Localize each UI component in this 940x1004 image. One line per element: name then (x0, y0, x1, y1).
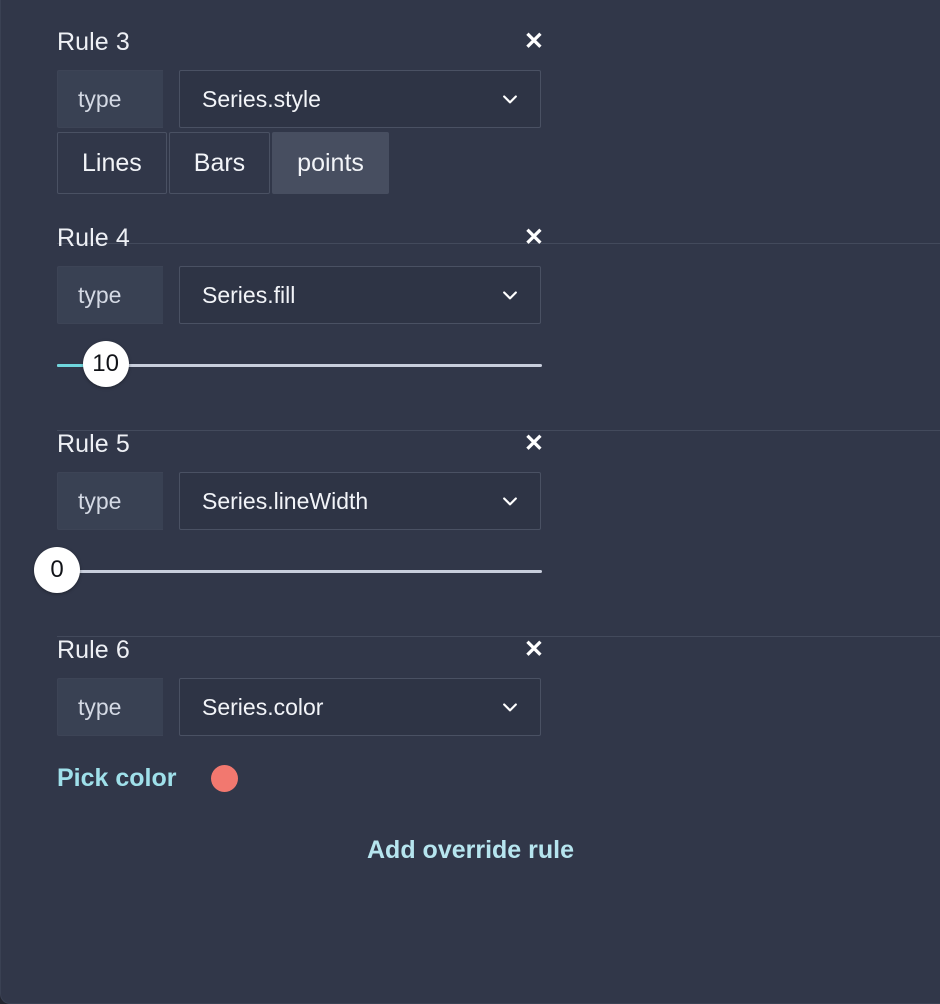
series-linewidth-slider[interactable]: 0 (1, 534, 940, 606)
rule-type-select[interactable]: Series.style (179, 70, 541, 128)
remove-rule-button[interactable]: ✕ (518, 634, 550, 666)
slider-value: 0 (50, 556, 64, 583)
slider-value: 10 (92, 350, 119, 377)
type-field-label: type (57, 678, 163, 736)
slider-handle[interactable]: 0 (34, 547, 80, 593)
type-field-label: type (57, 266, 163, 324)
series-style-segmented-control: Lines Bars points (57, 132, 940, 194)
rule-type-select-value: Series.lineWidth (202, 487, 369, 514)
add-override-rule-button[interactable]: Add override rule (357, 830, 584, 871)
slider-track[interactable] (57, 364, 542, 367)
override-rule-3: Rule 3 ✕ type Series.style Lines Bars po… (1, 0, 940, 244)
panel-footer: Add override rule (1, 816, 940, 871)
rule-type-select[interactable]: Series.fill (179, 266, 541, 324)
rule-header: Rule 3 ✕ (57, 14, 940, 70)
style-option-bars[interactable]: Bars (168, 132, 271, 194)
rule-type-select-value: Series.style (202, 85, 321, 112)
override-rule-6: Rule 6 ✕ type Series.color Pick color (1, 606, 940, 816)
rule-header: Rule 4 ✕ (57, 210, 940, 266)
series-fill-slider[interactable]: 10 (1, 328, 940, 400)
type-row: type Series.color (57, 678, 940, 736)
color-swatch[interactable] (210, 764, 238, 792)
rule-title: Rule 3 (57, 27, 130, 56)
type-row: type Series.fill (57, 266, 940, 324)
override-rule-4: Rule 4 ✕ type Series.fill 10 (1, 194, 940, 431)
remove-rule-button[interactable]: ✕ (518, 26, 550, 58)
rule-header: Rule 5 ✕ (57, 416, 940, 472)
chevron-down-icon (503, 291, 517, 300)
slider-track[interactable] (57, 570, 542, 573)
style-option-points[interactable]: points (272, 132, 389, 194)
chevron-down-icon (503, 703, 517, 712)
remove-rule-button[interactable]: ✕ (518, 428, 550, 460)
type-field-label: type (57, 472, 163, 530)
rule-title: Rule 6 (57, 635, 130, 664)
pick-color-button[interactable]: Pick color (57, 764, 177, 793)
rule-type-select-value: Series.color (202, 693, 324, 720)
type-row: type Series.style (57, 70, 940, 128)
type-field-label: type (57, 70, 163, 128)
chevron-down-icon (503, 497, 517, 506)
pick-color-row: Pick color (57, 740, 940, 816)
rule-header: Rule 6 ✕ (57, 622, 940, 678)
type-row: type Series.lineWidth (57, 472, 940, 530)
style-option-lines[interactable]: Lines (57, 132, 167, 194)
remove-rule-button[interactable]: ✕ (518, 222, 550, 254)
chevron-down-icon (503, 95, 517, 104)
rule-type-select[interactable]: Series.color (179, 678, 541, 736)
rule-title: Rule 4 (57, 223, 130, 252)
slider-handle[interactable]: 10 (82, 341, 129, 387)
override-rule-5: Rule 5 ✕ type Series.lineWidth 0 (1, 400, 940, 637)
rule-type-select[interactable]: Series.lineWidth (179, 472, 541, 530)
override-rules-panel: Rule 3 ✕ type Series.style Lines Bars po… (0, 0, 940, 1004)
rule-type-select-value: Series.fill (202, 281, 296, 308)
rule-title: Rule 5 (57, 429, 130, 458)
